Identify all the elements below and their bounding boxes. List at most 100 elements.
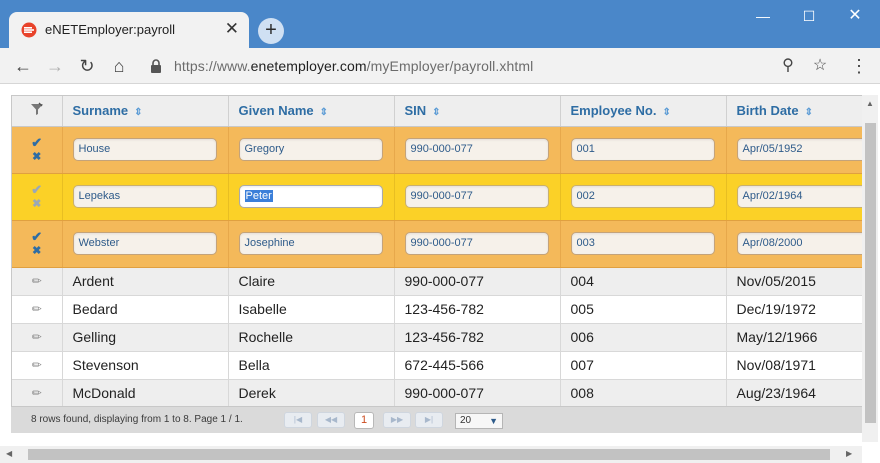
table-row[interactable]: ✏ McDonald Derek 990-000-077 008 Aug/23/… (12, 379, 862, 408)
edit-pencil-icon[interactable]: ✏ (12, 295, 63, 324)
forward-arrow-icon[interactable]: → (44, 55, 66, 77)
cell-birth-date: May/12/1966 (726, 323, 862, 352)
surname-input[interactable]: Webster (72, 232, 217, 255)
column-header-given-name[interactable]: Given Name ⇕ (228, 96, 395, 127)
cell-birth-date: Nov/08/1971 (726, 351, 862, 380)
given-name-input[interactable]: Josephine (238, 232, 383, 255)
row-actions: ✔ ✖ (12, 220, 63, 268)
cancel-x-icon[interactable]: ✖ (32, 152, 41, 163)
edit-pencil-icon[interactable]: ✏ (12, 267, 63, 296)
employee-no-input[interactable]: 002 (570, 185, 715, 208)
cell-employee-no: 007 (560, 351, 727, 380)
zoom-icon[interactable]: ⚲ (778, 56, 798, 76)
editing-row: ✔ ✖ Webster Josephine 990-000-077 003 Ap… (12, 220, 862, 268)
reload-icon[interactable]: ↻ (76, 55, 98, 77)
sort-icon[interactable]: ⇕ (432, 107, 440, 118)
sort-icon[interactable]: ⇕ (805, 107, 813, 118)
column-label: Given Name (238, 103, 314, 119)
cancel-x-icon[interactable]: ✖ (32, 246, 41, 257)
sin-input[interactable]: 990-000-077 (404, 185, 549, 208)
rows-per-page-value: 20 (460, 415, 472, 426)
save-check-icon[interactable]: ✔ (31, 183, 42, 196)
cancel-x-icon[interactable]: ✖ (32, 199, 41, 210)
cell-given-name: Bella (228, 351, 395, 380)
employee-no-input[interactable]: 003 (570, 232, 715, 255)
surname-input[interactable]: House (72, 138, 217, 161)
scroll-up-icon[interactable]: ▲ (866, 99, 874, 108)
cell-given-name: Isabelle (228, 295, 395, 324)
cell: House (62, 126, 229, 174)
horizontal-scroll-thumb[interactable] (28, 449, 830, 460)
tab-title: eNETEmployer:payroll (45, 22, 176, 37)
edit-pencil-icon[interactable]: ✏ (12, 379, 63, 408)
cell-sin: 672-445-566 (394, 351, 561, 380)
filter-icon[interactable] (30, 102, 44, 116)
address-bar[interactable]: https://www.enetemployer.com/myEmployer/… (140, 52, 840, 80)
table-row[interactable]: ✏ Bedard Isabelle 123-456-782 005 Dec/19… (12, 295, 862, 324)
sort-icon[interactable]: ⇕ (662, 107, 670, 118)
cell-surname: Bedard (62, 295, 229, 324)
page-number-button[interactable]: 1 (354, 412, 374, 429)
tab-close-icon[interactable]: ✕ (225, 19, 239, 39)
url-domain: enetemployer.com (250, 58, 367, 74)
cell-surname: Gelling (62, 323, 229, 352)
table-row[interactable]: ✏ Ardent Claire 990-000-077 004 Nov/05/2… (12, 267, 862, 296)
birth-date-input[interactable]: Apr/05/1952 (736, 138, 862, 161)
given-name-input[interactable]: Gregory (238, 138, 383, 161)
cell-given-name: Derek (228, 379, 395, 408)
surname-input[interactable]: Lepekas (72, 185, 217, 208)
birth-date-input[interactable]: Apr/02/1964 (736, 185, 862, 208)
rows-per-page-select[interactable]: 20 ▼ (455, 413, 503, 429)
save-check-icon[interactable]: ✔ (31, 136, 42, 149)
browser-menu-icon[interactable]: ⋮ (850, 56, 868, 76)
window-close-icon[interactable]: ✕ (840, 6, 870, 26)
browser-tab[interactable]: eNETEmployer:payroll ✕ (9, 12, 249, 48)
sort-icon[interactable]: ⇕ (320, 107, 328, 118)
edit-pencil-icon[interactable]: ✏ (12, 323, 63, 352)
home-icon[interactable]: ⌂ (108, 55, 130, 77)
scroll-left-icon[interactable]: ◀ (6, 449, 12, 458)
filter-column-header[interactable] (12, 96, 63, 127)
table-row[interactable]: ✏ Stevenson Bella 672-445-566 007 Nov/08… (12, 351, 862, 380)
cell: Josephine (228, 220, 395, 268)
prev-page-button[interactable]: ◀◀ (317, 412, 345, 428)
cell-birth-date: Nov/05/2015 (726, 267, 862, 296)
sort-icon[interactable]: ⇕ (134, 107, 142, 118)
edit-pencil-icon[interactable]: ✏ (12, 351, 63, 380)
column-header-birth-date[interactable]: Birth Date ⇕ (726, 96, 862, 127)
selected-text: Peter (244, 190, 273, 202)
sin-input[interactable]: 990-000-077 (404, 232, 549, 255)
cell-sin: 123-456-782 (394, 323, 561, 352)
enet-favicon-icon (21, 22, 37, 38)
birth-date-input[interactable]: Apr/08/2000 (736, 232, 862, 255)
cell-birth-date: Aug/23/1964 (726, 379, 862, 408)
minimize-icon[interactable]: — (748, 6, 778, 26)
new-tab-button[interactable]: + (258, 18, 284, 44)
column-header-employee-no[interactable]: Employee No. ⇕ (560, 96, 727, 127)
sin-input[interactable]: 990-000-077 (404, 138, 549, 161)
vertical-scroll-thumb[interactable] (865, 123, 876, 423)
url-path: /myEmployer/payroll.xhtml (366, 58, 534, 74)
table-header-row: Surname ⇕ Given Name ⇕ SIN ⇕ Employee No. ⇕ … (12, 96, 862, 127)
back-arrow-icon[interactable]: ← (12, 55, 34, 77)
given-name-input-focused[interactable]: Peter (238, 185, 383, 208)
column-header-sin[interactable]: SIN ⇕ (394, 96, 561, 127)
save-check-icon[interactable]: ✔ (31, 230, 42, 243)
last-page-button[interactable]: ▶| (415, 412, 443, 428)
cell-sin: 123-456-782 (394, 295, 561, 324)
cell-given-name: Rochelle (228, 323, 395, 352)
pager-summary: 8 rows found, displaying from 1 to 8. Pa… (31, 414, 243, 425)
horizontal-scrollbar[interactable]: ◀ ▶ (0, 446, 862, 463)
vertical-scrollbar[interactable]: ▲ (862, 95, 878, 442)
cell: Webster (62, 220, 229, 268)
first-page-button[interactable]: |◀ (284, 412, 312, 428)
cell: Apr/02/1964 (726, 173, 862, 221)
table-row[interactable]: ✏ Gelling Rochelle 123-456-782 006 May/1… (12, 323, 862, 352)
next-page-button[interactable]: ▶▶ (383, 412, 411, 428)
column-header-surname[interactable]: Surname ⇕ (62, 96, 229, 127)
scroll-right-icon[interactable]: ▶ (846, 449, 852, 458)
maximize-icon[interactable]: ☐ (794, 6, 824, 26)
employee-no-input[interactable]: 001 (570, 138, 715, 161)
bookmark-star-icon[interactable]: ☆ (810, 56, 830, 76)
column-label: Birth Date (736, 103, 799, 119)
